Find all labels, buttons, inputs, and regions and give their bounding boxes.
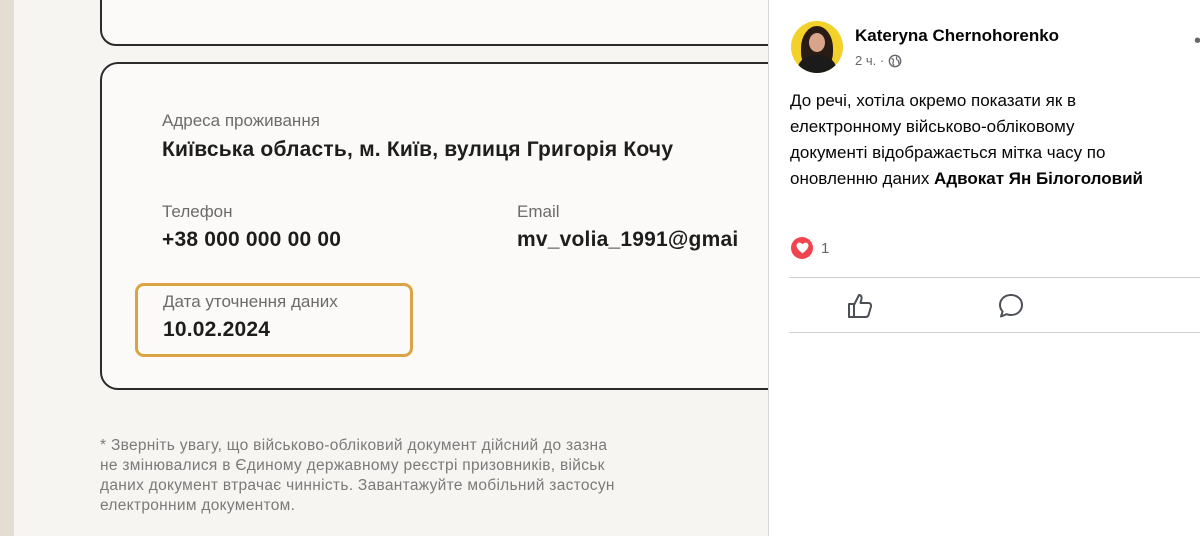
post-text-line: До речі, хотіла окремо показати як в: [790, 91, 1077, 110]
post-mention[interactable]: Адвокат Ян Білоголовий: [934, 169, 1143, 188]
address-label: Адреса проживання: [162, 111, 320, 130]
document-footnote: * Зверніть увагу, що військово-обліковий…: [100, 436, 768, 516]
reaction-count: 1: [821, 239, 830, 257]
post-time[interactable]: 2 ч. ·: [855, 53, 884, 68]
photo-edge: [0, 0, 14, 536]
footnote-line: електронним документом.: [100, 497, 296, 514]
date-label: Дата уточнення даних: [163, 292, 338, 311]
post-text-prefix: оновленню даних: [790, 169, 935, 188]
footnote-line: * Зверніть увагу, що військово-обліковий…: [100, 437, 608, 454]
avatar[interactable]: [791, 21, 843, 73]
date-value: 10.02.2024: [163, 318, 271, 341]
more-options-icon[interactable]: •: [1194, 31, 1200, 51]
footnote-line: даних документ втрачає чинність. Заванта…: [100, 477, 615, 494]
post-text-line: електронному військово-обліковому: [790, 117, 1075, 136]
post-text-line: документі відображається мітка часу по: [790, 143, 1106, 162]
document-photo: Адреса проживання Київська область, м. К…: [0, 0, 768, 536]
address-value: Київська область, м. Київ, вулиця Григор…: [162, 138, 674, 161]
email-value: mv_volia_1991@gmai: [517, 228, 739, 251]
love-reaction-icon: [791, 237, 813, 259]
divider: [789, 277, 1200, 278]
facebook-post: Kateryna Chernohorenko 2 ч. · • До речі,…: [768, 0, 1200, 536]
footnote-line: не змінювалися в Єдиному державному реєс…: [100, 457, 605, 474]
document-card-top: [100, 0, 768, 46]
divider: [789, 332, 1200, 333]
email-label: Email: [517, 202, 560, 221]
like-icon[interactable]: [845, 291, 875, 321]
phone-value: +38 000 000 00 00: [162, 228, 342, 251]
phone-label: Телефон: [162, 202, 233, 221]
post-author[interactable]: Kateryna Chernohorenko: [855, 26, 1059, 46]
comment-icon[interactable]: [996, 291, 1026, 321]
post-text: До речі, хотіла окремо показати як в еле…: [790, 88, 1200, 192]
reactions-summary[interactable]: 1: [791, 237, 829, 259]
avatar-face: [809, 33, 825, 52]
post-meta: 2 ч. ·: [855, 53, 902, 68]
globe-icon: [888, 54, 902, 67]
post-text-line: оновленню даних Адвокат Ян Білоголовий: [790, 166, 1200, 192]
